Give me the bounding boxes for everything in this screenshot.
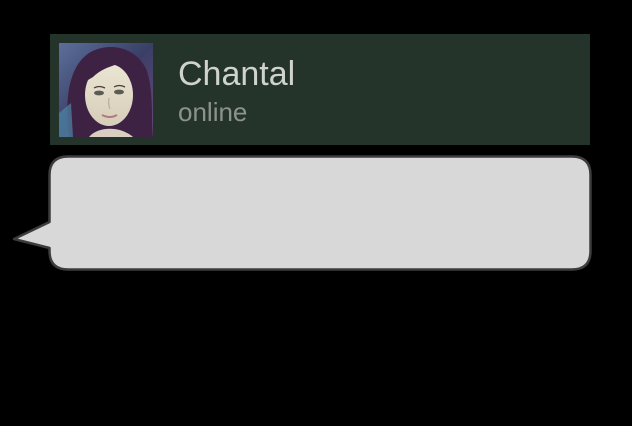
speech-bubble-icon: [12, 155, 592, 271]
message-bubble[interactable]: [12, 155, 592, 273]
contact-header[interactable]: Chantal online: [50, 34, 590, 145]
avatar-photo-icon: [59, 43, 153, 137]
avatar[interactable]: [59, 43, 153, 137]
contact-name: Chantal: [178, 55, 296, 93]
chat-screen: Chantal online: [0, 0, 632, 426]
contact-status: online: [178, 97, 248, 127]
